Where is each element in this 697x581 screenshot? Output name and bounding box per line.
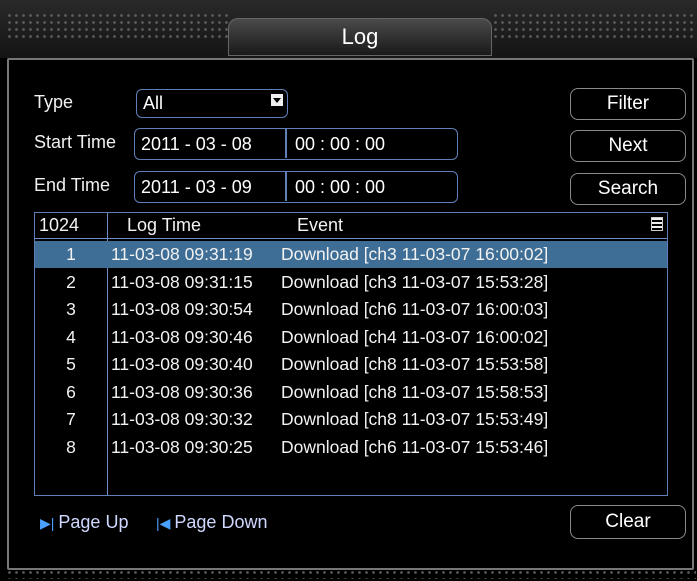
row-event: Download [ch3 11-03-07 16:00:02]	[281, 244, 549, 264]
search-button[interactable]: Search	[570, 173, 686, 205]
table-row[interactable]: 7 11-03-08 09:30:32 Download [ch8 11-03-07…	[35, 406, 667, 433]
row-event: Download [ch6 11-03-07 16:00:03]	[281, 299, 549, 319]
table-row[interactable]: 6 11-03-08 09:30:36 Download [ch8 11-03-07…	[35, 379, 667, 406]
table-header: 1024 Log Time Event	[35, 213, 667, 237]
next-button[interactable]: Next	[570, 130, 686, 162]
row-log-time: 11-03-08 09:31:19	[111, 244, 253, 264]
page-down-link[interactable]: |◀ Page Down	[156, 512, 267, 533]
window-title: Log	[228, 18, 492, 56]
filter-button[interactable]: Filter	[570, 88, 686, 120]
row-event: Download [ch3 11-03-07 15:53:28]	[281, 271, 549, 292]
row-log-time: 11-03-08 09:30:46	[111, 326, 253, 347]
type-select[interactable]: All	[136, 89, 288, 118]
row-event: Download [ch4 11-03-07 16:00:02]	[281, 326, 549, 347]
page-down-label: Page Down	[174, 512, 268, 532]
end-time-input[interactable]: 00 : 00 : 00	[295, 177, 385, 198]
record-count: 1024	[39, 215, 80, 235]
log-window: Log Type All Start Time 2011 - 03 - 08 0…	[0, 0, 697, 581]
start-time-input[interactable]: 00 : 00 : 00	[295, 134, 385, 155]
header-divider	[35, 238, 667, 239]
clear-button[interactable]: Clear	[570, 505, 686, 539]
row-event: Download [ch8 11-03-07 15:53:58]	[281, 354, 549, 374]
row-log-time: 11-03-08 09:30:40	[111, 354, 253, 374]
column-header-event[interactable]: Event	[297, 215, 343, 236]
row-number: 4	[66, 326, 76, 347]
row-number: 6	[66, 381, 76, 402]
row-event: Download [ch6 11-03-07 15:53:46]	[281, 436, 549, 457]
row-number: 8	[66, 436, 76, 457]
row-log-time: 11-03-08 09:30:25	[111, 436, 253, 457]
end-time-label: End Time	[34, 175, 111, 195]
list-scroll-icon[interactable]	[651, 217, 663, 231]
row-log-time: 11-03-08 09:31:15	[111, 271, 253, 292]
start-date-input[interactable]: 2011 - 03 - 08	[141, 134, 252, 155]
bottom-pattern	[6, 569, 696, 579]
table-row[interactable]: 3 11-03-08 09:30:54 Download [ch6 11-03-07…	[35, 296, 667, 323]
table-row[interactable]: 1 11-03-08 09:31:19 Download [ch3 11-03-07…	[35, 241, 667, 268]
page-up-link[interactable]: ▶| Page Up	[40, 512, 128, 533]
row-number: 7	[66, 409, 76, 429]
row-event: Download [ch8 11-03-07 15:53:49]	[281, 409, 549, 429]
page-up-label: Page Up	[58, 512, 129, 532]
row-log-time: 11-03-08 09:30:32	[111, 409, 253, 429]
table-row[interactable]: 5 11-03-08 09:30:40 Download [ch8 11-03-07…	[35, 351, 667, 378]
title-bar-pattern-left	[6, 12, 228, 42]
title-bar: Log	[0, 0, 697, 58]
column-header-log-time[interactable]: Log Time	[127, 215, 201, 236]
row-number: 3	[66, 299, 76, 319]
type-select-value: All	[143, 93, 164, 113]
table-row[interactable]: 2 11-03-08 09:31:15 Download [ch3 11-03-07…	[35, 269, 667, 296]
prev-page-icon: |◀	[156, 515, 171, 531]
row-event: Download [ch8 11-03-07 15:58:53]	[281, 381, 549, 402]
end-date-input[interactable]: 2011 - 03 - 09	[141, 177, 252, 198]
row-number: 2	[66, 271, 76, 292]
log-table: 1024 Log Time Event 1 11-03-08 09:31:19 Do…	[34, 212, 668, 496]
end-time-field: 2011 - 03 - 09 00 : 00 : 00	[134, 171, 458, 203]
start-time-label: Start Time	[34, 132, 117, 152]
row-log-time: 11-03-08 09:30:36	[111, 381, 253, 402]
row-number: 1	[66, 244, 76, 264]
title-bar-pattern-right	[492, 12, 697, 42]
type-label: Type	[34, 92, 74, 112]
start-time-field: 2011 - 03 - 08 00 : 00 : 00	[134, 128, 458, 160]
field-divider	[285, 129, 287, 158]
field-divider	[285, 172, 287, 201]
row-log-time: 11-03-08 09:30:54	[111, 299, 253, 319]
next-page-icon: ▶|	[40, 515, 55, 531]
row-number: 5	[66, 354, 76, 374]
table-row[interactable]: 4 11-03-08 09:30:46 Download [ch4 11-03-07…	[35, 324, 667, 351]
table-row[interactable]: 8 11-03-08 09:30:25 Download [ch6 11-03-07…	[35, 434, 667, 461]
chevron-down-icon[interactable]	[271, 94, 283, 106]
